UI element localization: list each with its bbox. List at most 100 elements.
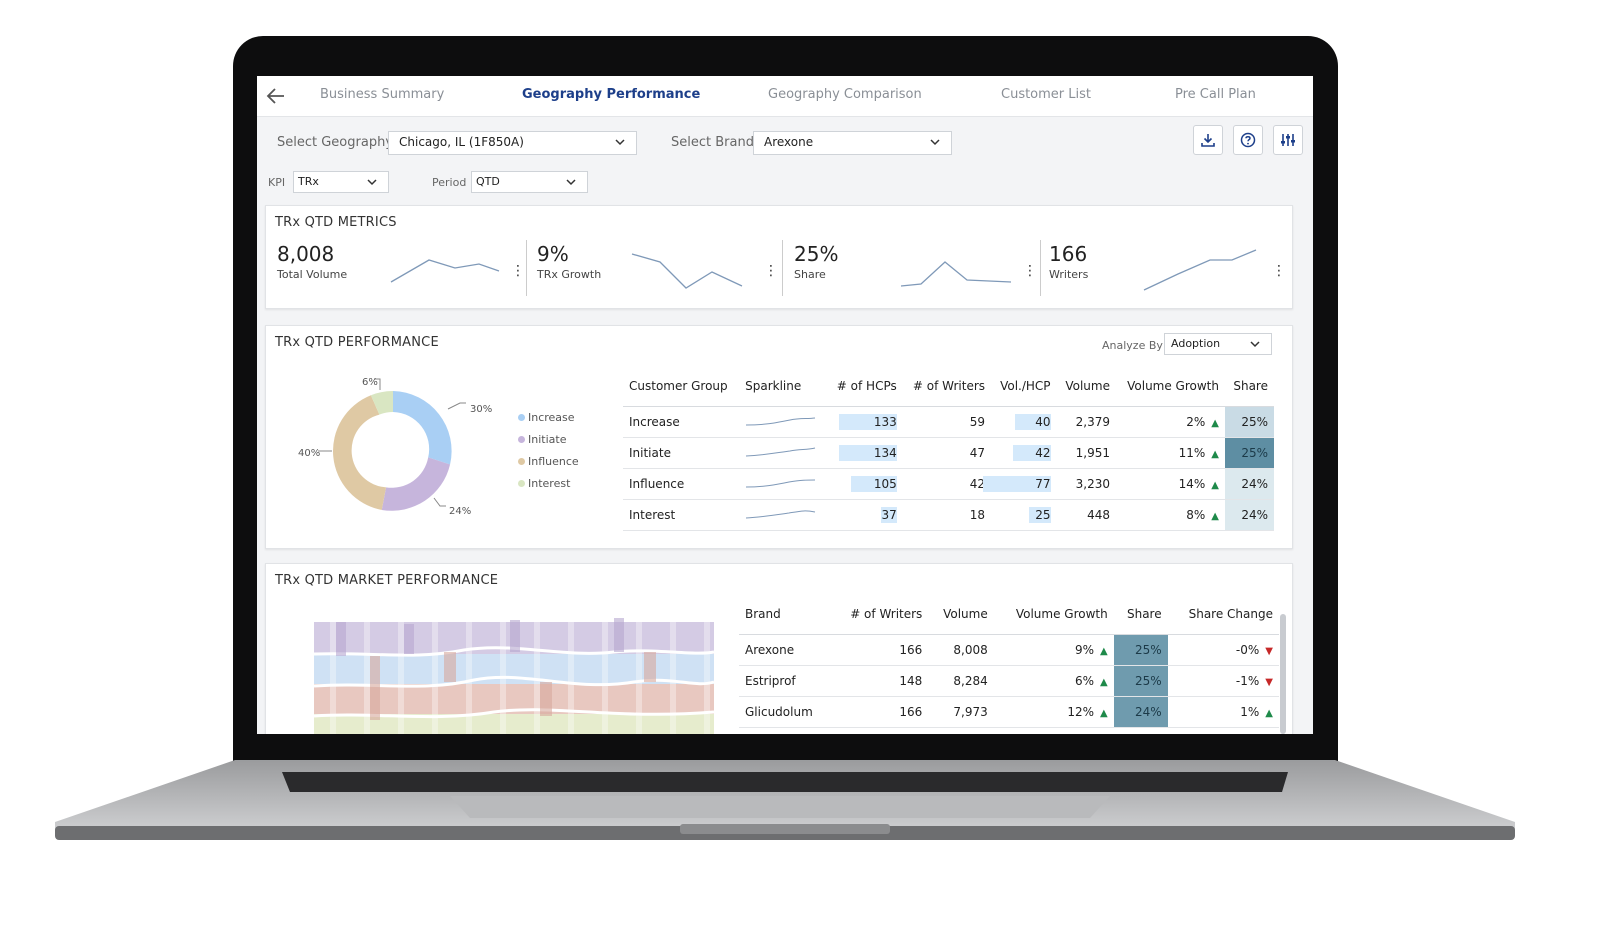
divider: [526, 240, 527, 296]
chevron-down-icon: [566, 179, 576, 186]
download-button[interactable]: [1193, 125, 1223, 155]
settings-button[interactable]: [1273, 125, 1303, 155]
metric-writers: 166 Writers: [1049, 242, 1088, 281]
trend-up-icon: ▲: [1100, 677, 1108, 688]
kpi-value: TRx: [298, 175, 319, 188]
table-row[interactable]: Influence 105 42 77 3,230 14% ▲ 24%: [623, 468, 1274, 500]
col-vol-hcp[interactable]: Vol./HCP: [991, 366, 1057, 407]
group-name: Influence: [623, 468, 740, 500]
col-volume-growth[interactable]: Volume Growth: [1115, 366, 1225, 407]
kpi-label: KPI: [268, 176, 286, 189]
col-hcps[interactable]: # of HCPs: [827, 366, 903, 407]
table-row[interactable]: Interest 37 18 25 448 8% ▲ 24%: [623, 499, 1274, 531]
laptop-base: [55, 760, 1515, 840]
row-sparkline: [739, 406, 828, 438]
row-sparkline: [739, 499, 828, 531]
growth-cell: 14% ▲: [1115, 468, 1225, 500]
help-icon: [1240, 132, 1256, 148]
trend-up-icon: ▲: [1100, 646, 1108, 657]
trend-down-icon: ▼: [1265, 646, 1273, 657]
share-cell: 24%: [1225, 499, 1274, 531]
brand-value: Arexone: [764, 135, 814, 149]
table-header: Brand # of Writers Volume Volume Growth …: [739, 594, 1279, 635]
col-share[interactable]: Share: [1225, 366, 1274, 407]
donut-label-interest: 6%: [362, 377, 378, 388]
metric-share: 25% Share: [794, 242, 838, 281]
table-row[interactable]: Increase 133 59 40 2,379 2% ▲ 25%: [623, 406, 1274, 438]
share-cell: 24%: [1113, 696, 1168, 728]
back-arrow-icon[interactable]: [265, 86, 287, 106]
volume-cell: 448: [1056, 499, 1116, 531]
market-title: TRx QTD MARKET PERFORMANCE: [275, 573, 499, 588]
vol-hcp-cell: 77: [982, 468, 1057, 500]
col-writers[interactable]: # of Writers: [831, 594, 929, 635]
donut-label-influence: 40%: [298, 448, 321, 459]
col-volume-growth[interactable]: Volume Growth: [993, 594, 1114, 635]
group-name: Interest: [623, 499, 740, 531]
share-cell: 24%: [1225, 468, 1274, 500]
trend-up-icon: ▲: [1100, 708, 1108, 719]
help-button[interactable]: [1233, 125, 1263, 155]
tab-geography-performance[interactable]: Geography Performance: [522, 87, 700, 102]
col-share[interactable]: Share: [1113, 594, 1168, 635]
vol-hcp-cell: 25: [991, 499, 1057, 531]
more-menu-icon[interactable]: ⋮: [764, 264, 778, 278]
more-menu-icon[interactable]: ⋮: [1023, 264, 1037, 278]
brand-table: Brand # of Writers Volume Volume Growth …: [739, 594, 1279, 728]
metric-sparkline: [390, 259, 500, 283]
hcps-cell: 37: [827, 499, 903, 531]
table-row[interactable]: Initiate 134 47 42 1,951 11% ▲ 25%: [623, 437, 1274, 469]
table-header: Customer Group Sparkline # of HCPs # of …: [623, 366, 1274, 407]
kpi-select[interactable]: TRx: [293, 171, 389, 193]
brand-name: Arexone: [739, 634, 832, 666]
tab-pre-call-plan[interactable]: Pre Call Plan: [1175, 87, 1256, 102]
metric-value: 166: [1049, 242, 1088, 266]
tab-business-summary[interactable]: Business Summary: [320, 87, 444, 102]
volume-cell: 2,379: [1056, 406, 1116, 438]
brand-name: Estriprof: [739, 665, 832, 697]
metric-sparkline: [1143, 249, 1257, 291]
period-select[interactable]: QTD: [471, 171, 588, 193]
legend-initiate: Initiate: [518, 433, 566, 446]
col-brand[interactable]: Brand: [739, 594, 832, 635]
tab-geography-comparison[interactable]: Geography Comparison: [768, 87, 922, 102]
brand-select[interactable]: Arexone: [753, 131, 952, 155]
metric-label: TRx Growth: [537, 268, 602, 281]
more-menu-icon[interactable]: ⋮: [1272, 264, 1286, 278]
chevron-down-icon: [1250, 341, 1260, 348]
performance-card: TRx QTD PERFORMANCE Analyze By Adoption …: [265, 325, 1293, 549]
metrics-card: TRx QTD METRICS 8,008 Total Volume ⋮ 9% …: [265, 205, 1293, 309]
col-sparkline[interactable]: Sparkline: [739, 366, 828, 407]
volume-cell: 8,284: [928, 665, 994, 697]
brand-label: Select Brand: [671, 135, 754, 150]
donut-segment-increase: [393, 391, 452, 465]
writers-cell: 42: [902, 468, 992, 500]
table-row[interactable]: Glicudolum 166 7,973 12% ▲ 24% 1% ▲: [739, 696, 1279, 728]
writers-cell: 166: [831, 696, 929, 728]
metric-sparkline: [631, 253, 743, 289]
more-menu-icon[interactable]: ⋮: [511, 264, 525, 278]
col-share-change[interactable]: Share Change: [1167, 594, 1279, 635]
table-row[interactable]: Arexone 166 8,008 9% ▲ 25% -0% ▼: [739, 634, 1279, 666]
app-screen: Business Summary Geography Performance G…: [257, 76, 1313, 734]
share-cell: 25%: [1113, 665, 1168, 697]
tab-customer-list[interactable]: Customer List: [1001, 87, 1091, 102]
chevron-down-icon: [615, 139, 625, 146]
geography-select[interactable]: Chicago, IL (1F850A): [388, 131, 637, 155]
row-sparkline: [739, 437, 828, 469]
market-stream-chart: [314, 618, 715, 734]
col-volume[interactable]: Volume: [1056, 366, 1116, 407]
col-customer-group[interactable]: Customer Group: [623, 366, 740, 407]
metric-value: 9%: [537, 242, 569, 266]
metric-trx-growth: 9% TRx Growth: [537, 242, 601, 281]
legend-increase: Increase: [518, 411, 575, 424]
analyze-by-select[interactable]: Adoption: [1164, 333, 1272, 355]
table-row[interactable]: Estriprof 148 8,284 6% ▲ 25% -1% ▼: [739, 665, 1279, 697]
writers-cell: 166: [831, 634, 929, 666]
table-scrollbar[interactable]: [1280, 614, 1286, 734]
col-writers[interactable]: # of Writers: [902, 366, 992, 407]
tab-bar: Business Summary Geography Performance G…: [257, 76, 1313, 117]
donut-label-increase: 30%: [470, 404, 493, 415]
col-volume[interactable]: Volume: [928, 594, 994, 635]
trend-up-icon: ▲: [1211, 480, 1219, 491]
